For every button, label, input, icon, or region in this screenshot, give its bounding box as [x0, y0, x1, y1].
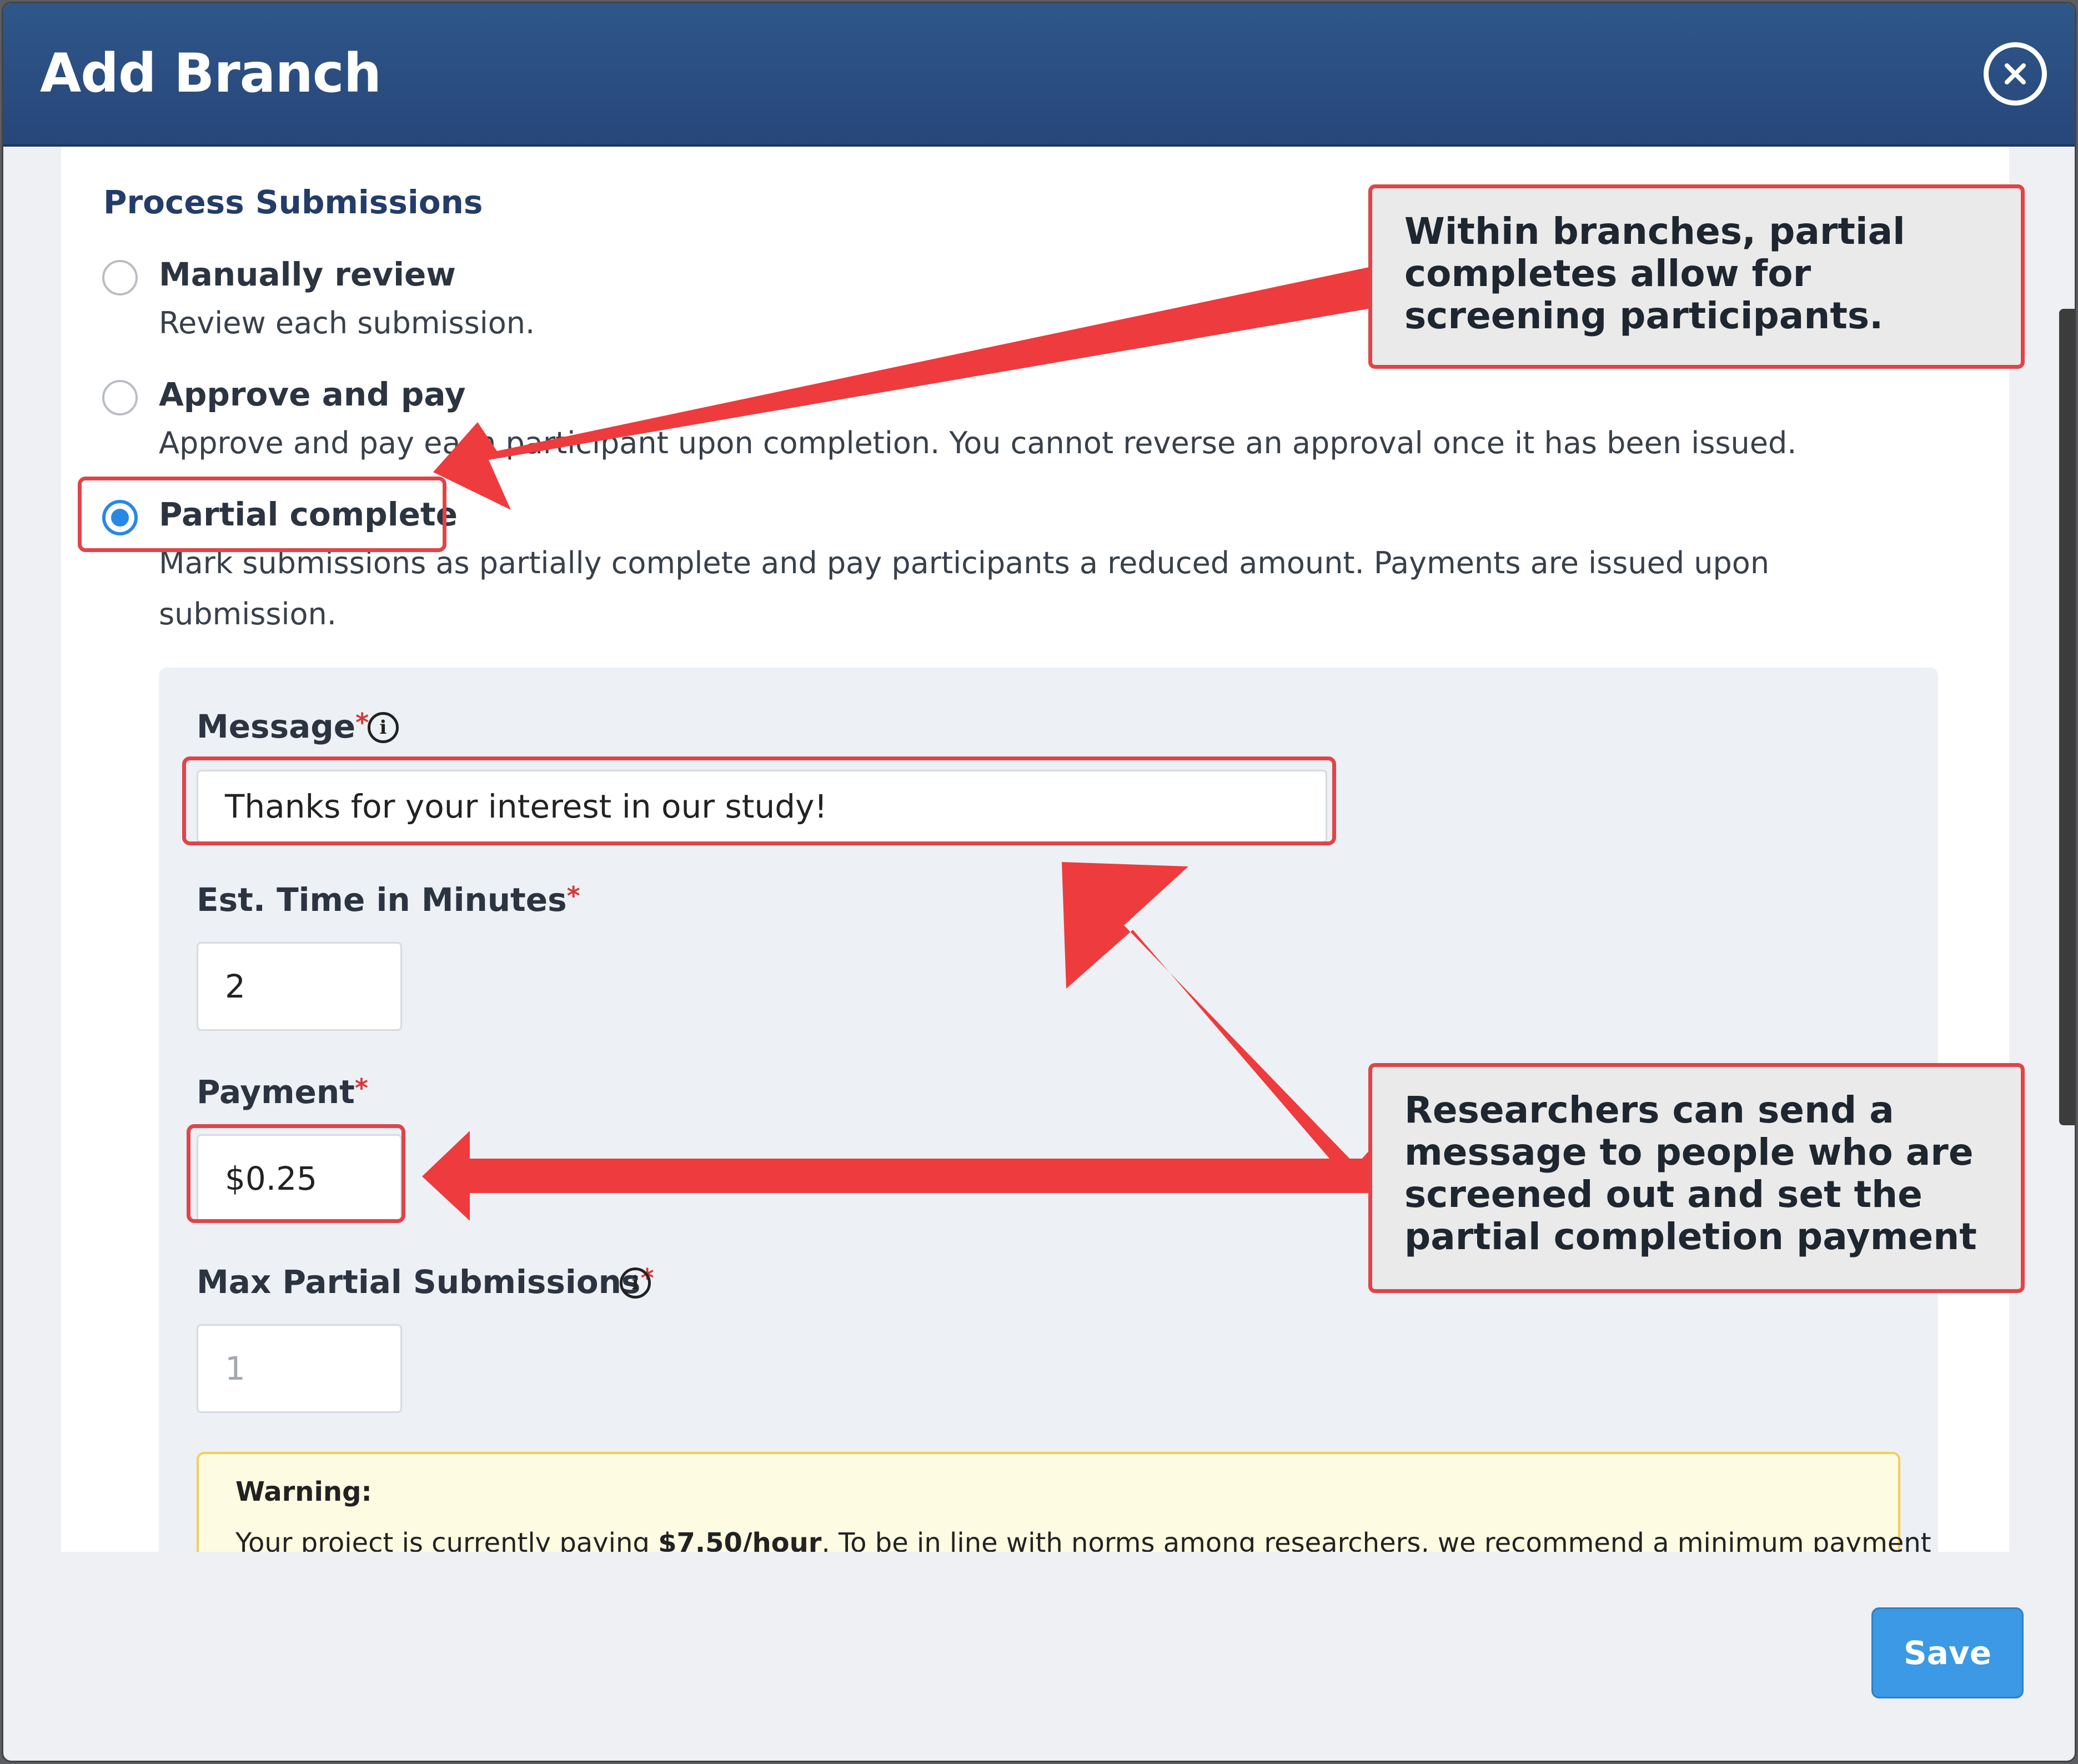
- arrow-to-payment: [422, 1131, 1375, 1221]
- callout-bottom: Researchers can send a message to people…: [1368, 1063, 2025, 1293]
- arrow-to-partial-complete: [433, 267, 1372, 510]
- arrow-to-message: [1062, 862, 1375, 1183]
- callout-top: Within branches, partial completes allow…: [1368, 184, 2025, 369]
